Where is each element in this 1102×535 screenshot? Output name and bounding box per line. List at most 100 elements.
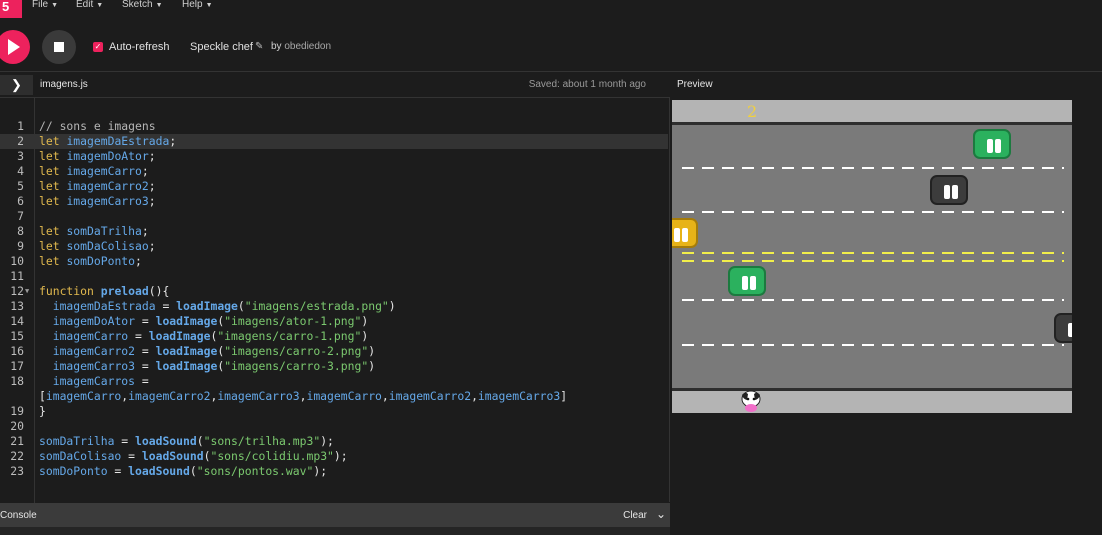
menu-sketch[interactable]: Sketch ▼ [122,0,163,10]
code-line[interactable]: 13 imagemDaEstrada = loadImage("imagens/… [0,299,668,314]
code-token: ) [388,299,396,313]
code-area[interactable]: 1// sons e imagens 2 let imagemDaEstrada; 3… [0,119,668,479]
toolbar: ✓ Auto-refresh Speckle chef ✎ by obedied… [0,20,1102,72]
code-line[interactable]: 3 let imagemDoAtor; [0,149,668,164]
sketch-name[interactable]: Speckle chef [190,41,253,53]
line-number: 22 [10,449,24,463]
chevron-right-icon: ❯ [11,77,22,92]
code-line[interactable]: 9 let somDaColisao; [0,239,668,254]
play-button[interactable] [0,30,30,64]
code-token: imagemCarro3 [217,389,300,403]
menu-edit[interactable]: Edit ▼ [76,0,103,10]
code-token: ; [141,164,149,178]
sidebar-toggle-button[interactable]: ❯ [0,75,33,95]
code-token: ) [368,359,376,373]
code-line[interactable]: 12 ▼ function preload(){ [0,284,668,299]
code-token: "sons/pontos.wav" [196,464,314,478]
code-text: imagemDoAtor = loadImage("imagens/ator-1… [39,314,368,329]
code-token: ); [333,449,348,463]
code-text: imagemCarro3 = loadImage("imagens/carro-… [39,359,375,374]
author-link[interactable]: obediedon [284,41,331,52]
p5-logo[interactable]: 5 [0,0,22,18]
console-clear-button[interactable]: Clear [623,510,647,521]
code-line[interactable]: 2 let imagemDaEstrada; [0,134,668,149]
line-number: 12 [10,284,24,298]
code-line[interactable]: 17 imagemCarro3 = loadImage("imagens/car… [0,359,668,374]
code-token: ; [169,134,177,148]
line-number: 8 [17,224,24,238]
code-text: imagemCarros = [39,374,149,389]
code-line[interactable]: 15 imagemCarro = loadImage("imagens/carr… [0,329,668,344]
car-gray [930,175,968,205]
code-text: function preload(){ [39,284,169,299]
author-byline: by obediedon [271,41,331,52]
line-number: 17 [10,359,24,373]
code-token: ); [313,464,328,478]
code-token: ) [361,329,369,343]
code-line[interactable]: 6 let imagemCarro3; [0,194,668,209]
menu-sketch-label: Sketch [122,0,153,10]
line-number: 1 [17,119,24,133]
code-token: ] [560,389,568,403]
code-token: imagemCarro3 [66,194,149,208]
sidewalk-bottom [672,391,1072,413]
code-line[interactable]: 20 [0,419,668,434]
code-token: loadSound [128,464,190,478]
menu-help[interactable]: Help ▼ [182,0,213,10]
code-line[interactable]: [imagemCarro,imagemCarro2,imagemCarro3,i… [0,389,668,404]
code-line[interactable]: 7 [0,209,668,224]
code-editor[interactable]: 1// sons e imagens 2 let imagemDaEstrada; 3… [0,97,670,503]
menu-file[interactable]: File ▼ [32,0,58,10]
code-token: = [135,314,156,328]
code-token: "imagens/carro-3.png" [224,359,369,373]
code-token: somDaColisao [66,239,149,253]
code-token: ( [237,299,245,313]
code-token: imagemCarro [45,389,122,403]
code-token: function [39,284,101,298]
menu-bar: 5 File ▼ Edit ▼ Sketch ▼ Help ▼ [0,0,1102,20]
code-line[interactable]: 19} [0,404,668,419]
code-token: [ [39,389,46,403]
code-line[interactable]: 14 imagemDoAtor = loadImage("imagens/ato… [0,314,668,329]
code-line[interactable]: 22 somDaColisao = loadSound("sons/colidiu… [0,449,668,464]
line-number: 4 [17,164,24,178]
preview-canvas[interactable]: 2 [672,100,1072,413]
stop-icon [54,42,64,52]
code-line[interactable]: 18 imagemCarros = [0,374,668,389]
line-number: 9 [17,239,24,253]
chevron-down-icon[interactable]: ⌄ [656,507,666,521]
line-number: 13 [10,299,24,313]
code-token: = [128,329,149,343]
code-token: } [39,404,46,418]
code-line[interactable]: 11 [0,269,668,284]
code-token: imagemCarro [52,329,129,343]
code-line[interactable]: 4 let imagemCarro; [0,164,668,179]
file-tab[interactable]: imagens.js [40,79,88,90]
code-line[interactable]: 16 imagemCarro2 = loadImage("imagens/car… [0,344,668,359]
pencil-icon[interactable]: ✎ [255,41,263,52]
auto-refresh-label: Auto-refresh [109,41,170,53]
code-text: imagemDaEstrada = loadImage("imagens/est… [39,299,396,314]
cow-player-icon [741,390,761,412]
code-token: "sons/trilha.mp3" [203,434,321,448]
code-text: let imagemCarro; [39,164,149,179]
code-line[interactable]: 1 // sons e imagens [0,119,668,134]
by-label: by [271,41,282,52]
car-green [973,129,1011,159]
code-line[interactable]: 10 let somDoPonto; [0,254,668,269]
fold-arrow-icon[interactable]: ▼ [25,284,29,299]
code-line[interactable]: 21 somDaTrilha = loadSound("sons/trilha.m… [0,434,668,449]
code-line[interactable]: 8 let somDaTrilha; [0,224,668,239]
line-number: 2 [17,134,24,148]
auto-refresh-checkbox[interactable]: ✓ [93,42,103,52]
code-line[interactable]: 5 let imagemCarro2; [0,179,668,194]
line-number: 6 [17,194,24,208]
console-bar: Console Clear ⌄ [0,503,670,527]
car-yellow [672,218,698,248]
chevron-down-icon: ▼ [155,2,163,9]
code-line[interactable]: 23 somDoPonto = loadSound("sons/pontos.wa… [0,464,668,479]
stop-button[interactable] [42,30,76,64]
code-text: imagemCarro = loadImage("imagens/carro-1… [39,329,368,344]
code-token: = [121,449,142,463]
